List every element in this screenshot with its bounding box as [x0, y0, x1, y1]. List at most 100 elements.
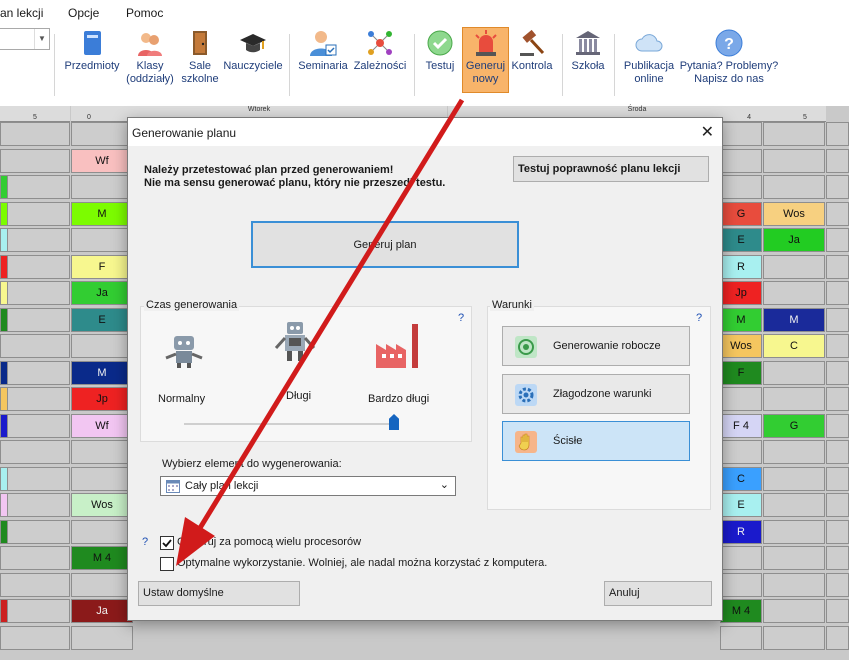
lesson-cell[interactable]: C [763, 334, 825, 358]
empty-cell[interactable] [763, 546, 825, 570]
empty-cell[interactable] [720, 572, 762, 597]
lesson-cell[interactable] [0, 360, 8, 385]
ribbon-button-dependencies[interactable]: Zależności [352, 28, 408, 73]
lesson-cell[interactable] [0, 466, 8, 491]
empty-cell[interactable] [826, 572, 849, 597]
lesson-cell[interactable]: Ja [71, 281, 133, 305]
empty-cell[interactable] [826, 546, 849, 570]
lesson-cell[interactable]: E [720, 228, 762, 252]
empty-cell[interactable] [0, 254, 70, 279]
ribbon-button-contact[interactable]: ? Pytania? Problemy? Napisz do nas [679, 28, 779, 86]
lesson-cell[interactable] [0, 599, 8, 623]
empty-cell[interactable] [0, 519, 70, 544]
empty-cell[interactable] [0, 175, 70, 199]
empty-cell[interactable] [826, 201, 849, 226]
empty-cell[interactable] [763, 440, 825, 464]
empty-cell[interactable] [826, 440, 849, 464]
menu-item-plan[interactable]: an lekcji [0, 6, 43, 20]
empty-cell[interactable] [71, 440, 133, 464]
empty-cell[interactable] [763, 175, 825, 199]
generate-plan-button[interactable]: Generuj plan [251, 221, 519, 268]
empty-cell[interactable] [71, 572, 133, 597]
empty-cell[interactable] [0, 625, 70, 650]
multi-cpu-label[interactable]: Generuj za pomocą wielu procesorów [177, 536, 361, 548]
time-option-very-long[interactable]: Bardzo długi [368, 393, 429, 405]
lesson-cell[interactable]: E [720, 493, 762, 517]
ribbon-button-seminars[interactable]: Seminaria [296, 28, 350, 73]
ribbon-button-control[interactable]: Kontrola [509, 28, 555, 73]
empty-cell[interactable] [0, 228, 70, 252]
lesson-cell[interactable]: Wos [71, 493, 133, 517]
empty-cell[interactable] [0, 201, 70, 226]
lesson-cell[interactable]: Jp [720, 281, 762, 305]
ribbon-button-generate-new[interactable]: Generuj nowy [462, 27, 509, 93]
time-option-normal[interactable]: Normalny [158, 393, 205, 405]
lesson-cell[interactable]: F [720, 360, 762, 385]
lesson-cell[interactable]: Ja [71, 599, 133, 623]
empty-cell[interactable] [71, 228, 133, 252]
multi-cpu-help[interactable]: ? [142, 536, 148, 548]
lesson-cell[interactable]: Jp [71, 387, 133, 411]
empty-cell[interactable] [720, 440, 762, 464]
empty-cell[interactable] [720, 122, 762, 146]
empty-cell[interactable] [763, 599, 825, 623]
lesson-cell[interactable] [0, 413, 8, 438]
empty-cell[interactable] [826, 413, 849, 438]
ribbon-button-teachers[interactable]: Nauczyciele [222, 28, 284, 73]
lesson-cell[interactable]: R [720, 254, 762, 279]
empty-cell[interactable] [0, 387, 70, 411]
empty-cell[interactable] [0, 281, 70, 305]
empty-cell[interactable] [826, 228, 849, 252]
empty-cell[interactable] [0, 599, 70, 623]
set-defaults-button[interactable]: Ustaw domyślne [138, 581, 300, 606]
ribbon-button-school[interactable]: Szkoła [568, 28, 608, 73]
ribbon-button-subjects[interactable]: Przedmioty [60, 28, 124, 73]
lesson-cell[interactable] [0, 228, 8, 252]
empty-cell[interactable] [826, 281, 849, 305]
lesson-cell[interactable]: G [720, 201, 762, 226]
lesson-cell[interactable] [0, 175, 8, 199]
ribbon-button-test[interactable]: Testuj [420, 28, 460, 73]
close-icon[interactable]: ✕ [701, 122, 714, 142]
empty-cell[interactable] [720, 625, 762, 650]
lesson-cell[interactable]: C [720, 466, 762, 491]
lesson-cell[interactable] [0, 307, 8, 332]
empty-cell[interactable] [0, 307, 70, 332]
empty-cell[interactable] [826, 387, 849, 411]
multi-cpu-checkbox[interactable] [160, 536, 174, 550]
empty-cell[interactable] [763, 148, 825, 173]
empty-cell[interactable] [763, 387, 825, 411]
ribbon-button-classes[interactable]: Klasy (oddziały) [124, 28, 176, 86]
empty-cell[interactable] [826, 254, 849, 279]
test-plan-button[interactable]: Testuj poprawność planu lekcji [513, 156, 709, 182]
empty-cell[interactable] [0, 546, 70, 570]
empty-cell[interactable] [763, 519, 825, 544]
lesson-cell[interactable]: Wos [720, 334, 762, 358]
optimal-usage-checkbox[interactable] [160, 557, 174, 571]
empty-cell[interactable] [826, 334, 849, 358]
lesson-cell[interactable]: M 4 [720, 599, 762, 623]
generation-time-help[interactable]: ? [458, 312, 464, 324]
lesson-cell[interactable]: Wos [763, 201, 825, 226]
lesson-cell[interactable]: F [71, 254, 133, 279]
empty-cell[interactable] [0, 334, 70, 358]
empty-cell[interactable] [71, 466, 133, 491]
empty-cell[interactable] [763, 625, 825, 650]
lesson-cell[interactable] [0, 519, 8, 544]
lesson-cell[interactable]: F 4 [720, 413, 762, 438]
empty-cell[interactable] [763, 572, 825, 597]
empty-cell[interactable] [0, 493, 70, 517]
empty-cell[interactable] [71, 625, 133, 650]
lesson-cell[interactable] [0, 387, 8, 411]
empty-cell[interactable] [720, 148, 762, 173]
empty-cell[interactable] [826, 493, 849, 517]
lesson-cell[interactable]: R [720, 519, 762, 544]
element-select[interactable]: Cały plan lekcji ⌄ [160, 476, 456, 496]
condition-strict-button[interactable]: Ścisłe [502, 421, 690, 461]
view-combo[interactable]: ▼ [0, 28, 50, 50]
empty-cell[interactable] [0, 572, 70, 597]
empty-cell[interactable] [763, 254, 825, 279]
empty-cell[interactable] [826, 307, 849, 332]
empty-cell[interactable] [0, 466, 70, 491]
empty-cell[interactable] [826, 625, 849, 650]
